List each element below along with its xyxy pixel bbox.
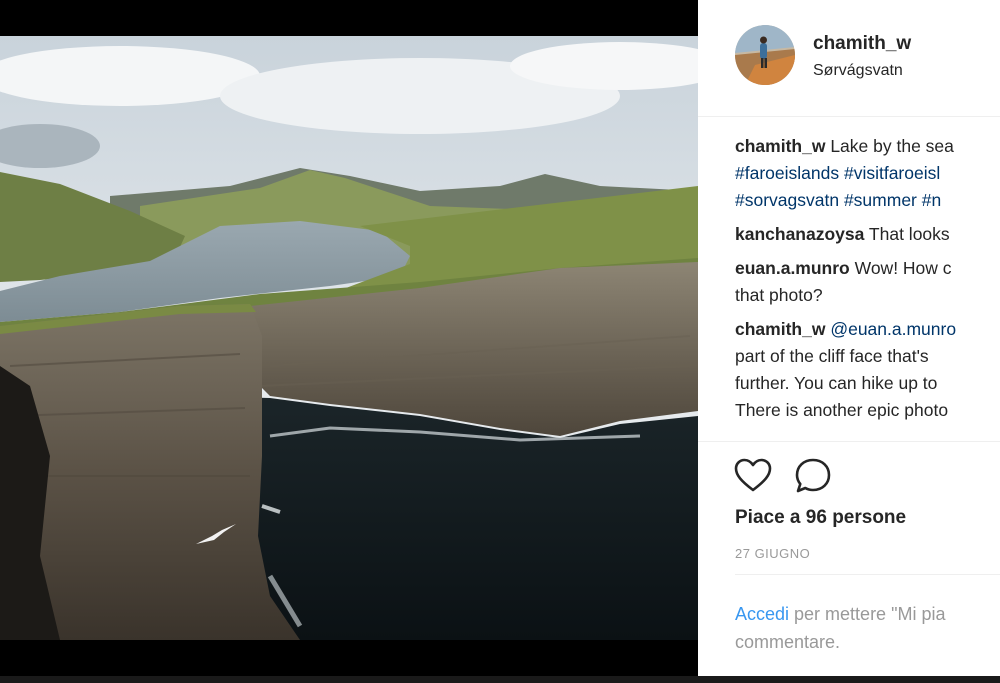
comment-item: kanchanazoysa That looks — [735, 221, 1000, 248]
comment-username[interactable]: kanchanazoysa — [735, 224, 864, 244]
comment-text: part of the cliff face that's — [735, 346, 929, 366]
post-location[interactable]: Sørvágsvatn — [813, 62, 903, 80]
login-link[interactable]: Accedi — [735, 604, 789, 624]
comments-list[interactable]: chamith_w Lake by the sea #faroeislands … — [735, 133, 1000, 441]
login-prompt-text-2: commentare. — [735, 632, 841, 652]
comment-item: euan.a.munro Wow! How c that photo? — [735, 255, 1000, 309]
post-photo[interactable] — [0, 36, 698, 640]
post-header: chamith_w Sørvágsvatn — [698, 0, 1000, 117]
divider — [735, 574, 1000, 575]
caption-hashtags-line2[interactable]: #sorvagsvatn #summer #n — [735, 190, 941, 210]
login-prompt-text: per mettere "Mi pia — [789, 604, 946, 624]
comment-text: There is another epic photo — [735, 400, 949, 420]
caption-hashtags-line1[interactable]: #faroeislands #visitfaroeisl — [735, 163, 940, 183]
comments-fade — [735, 427, 1000, 441]
comment-item: chamith_w @euan.a.munro part of the clif… — [735, 316, 1000, 424]
comment-text: further. You can hike up to — [735, 373, 938, 393]
heart-icon[interactable] — [733, 456, 773, 496]
comment-text: that photo? — [735, 285, 823, 305]
comment-icon[interactable] — [793, 456, 833, 496]
comment-username[interactable]: chamith_w — [735, 319, 825, 339]
divider — [698, 441, 1000, 442]
comment-text: Wow! How c — [854, 258, 952, 278]
caption-username[interactable]: chamith_w — [735, 136, 825, 156]
likes-count[interactable]: Piace a 96 persone — [735, 507, 906, 529]
post-date: 27 GIUGNO — [735, 546, 811, 561]
post-sidebar: chamith_w Sørvágsvatn chamith_w Lake by … — [698, 0, 1000, 676]
comment-text: That looks — [868, 224, 950, 244]
window-bottom-edge — [0, 676, 1000, 683]
comment-mention[interactable]: @euan.a.munro — [830, 319, 956, 339]
caption-text: Lake by the sea — [830, 136, 954, 156]
login-prompt: Accedi per mettere "Mi pia commentare. — [735, 600, 1000, 656]
comment-username[interactable]: euan.a.munro — [735, 258, 850, 278]
post-username[interactable]: chamith_w — [813, 33, 911, 55]
avatar[interactable] — [735, 25, 795, 85]
caption: chamith_w Lake by the sea #faroeislands … — [735, 133, 1000, 214]
